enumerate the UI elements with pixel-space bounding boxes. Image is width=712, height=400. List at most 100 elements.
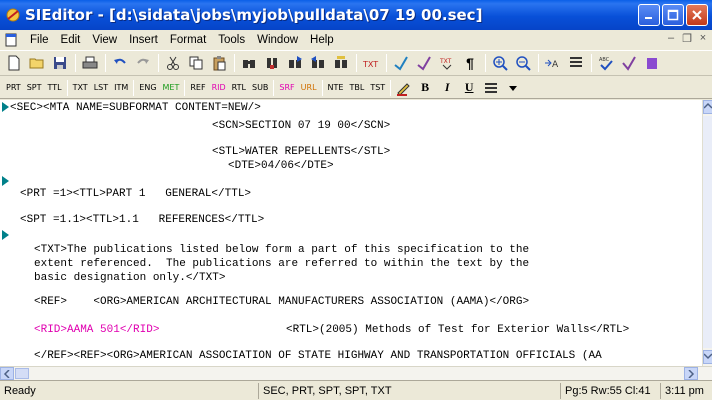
find-tag-button[interactable]: [261, 52, 283, 74]
menu-file[interactable]: File: [24, 34, 55, 46]
horizontal-scrollbar[interactable]: [0, 366, 712, 380]
title-bar[interactable]: SIEditor - [d:\sidata\jobs\myjob\pulldat…: [0, 0, 712, 30]
horizontal-scroll-thumb[interactable]: [15, 368, 29, 379]
print-button[interactable]: [79, 52, 101, 74]
menu-tools[interactable]: Tools: [212, 34, 251, 46]
find-prev-button[interactable]: [307, 52, 329, 74]
find-next-button[interactable]: [284, 52, 306, 74]
editor-line: <SPT =1.1><TTL>1.1 REFERENCES</TTL>: [20, 214, 265, 226]
menu-help[interactable]: Help: [304, 34, 340, 46]
tag-txt-button[interactable]: TXT: [70, 83, 91, 92]
underline-button[interactable]: U: [459, 79, 479, 97]
tag-met-button[interactable]: MET: [160, 83, 183, 92]
tag-tst-button[interactable]: TST: [367, 83, 388, 92]
tag-ttl-button[interactable]: TTL: [44, 83, 64, 92]
editor-line: extent referenced. The publications are …: [34, 258, 530, 270]
tag-url-button[interactable]: URL: [298, 83, 320, 92]
svg-text:TXT: TXT: [362, 60, 378, 69]
editor-line: <RTL>(2005) Methods of Test for Exterior…: [286, 324, 630, 336]
new-file-icon: [8, 55, 20, 71]
window-controls: [638, 4, 708, 26]
mdi-minimize-icon[interactable]: –: [664, 32, 678, 45]
menu-insert[interactable]: Insert: [123, 34, 164, 46]
mdi-restore-icon[interactable]: ❐: [680, 32, 694, 45]
tag-rtl-button[interactable]: RTL: [229, 83, 249, 92]
toolbar-separator: [321, 79, 323, 96]
undo-button[interactable]: [109, 52, 131, 74]
highlight-button[interactable]: [393, 79, 413, 97]
align-icon: [485, 82, 498, 93]
check-button[interactable]: [618, 52, 640, 74]
toolbar-separator: [234, 54, 235, 72]
zoom-in-icon: [493, 56, 508, 71]
italic-button[interactable]: I: [437, 79, 457, 97]
replace-button[interactable]: [330, 52, 352, 74]
tag-check-button[interactable]: TXT: [360, 52, 382, 74]
tag-itm-button[interactable]: ITM: [111, 83, 131, 92]
spell-button[interactable]: [390, 52, 412, 74]
document-icon[interactable]: [4, 33, 18, 47]
editor-area[interactable]: <SEC><MTA NAME=SUBFORMAT CONTENT=NEW/> <…: [0, 100, 702, 366]
close-button[interactable]: [686, 4, 708, 26]
scroll-right-icon[interactable]: [684, 367, 698, 380]
menu-window[interactable]: Window: [251, 34, 304, 46]
toolbar-separator: [591, 54, 592, 72]
open-button[interactable]: [26, 52, 48, 74]
menu-edit[interactable]: Edit: [55, 34, 87, 46]
redo-button[interactable]: [132, 52, 154, 74]
list-button[interactable]: [565, 52, 587, 74]
menu-bar: File Edit View Insert Format Tools Windo…: [0, 30, 712, 50]
menu-format[interactable]: Format: [164, 34, 212, 46]
editor-line: <STL>WATER REPELLENTS</STL>: [212, 146, 391, 158]
svg-text:A: A: [552, 60, 559, 70]
toolbar-options-button[interactable]: [503, 79, 523, 97]
vertical-scrollbar[interactable]: [702, 100, 712, 366]
zoom-in-button[interactable]: [489, 52, 511, 74]
spell-all-button[interactable]: [413, 52, 435, 74]
paragraph-button[interactable]: ¶: [459, 52, 481, 74]
tag-srf-button[interactable]: SRF: [276, 83, 297, 92]
scroll-down-icon[interactable]: [703, 350, 712, 364]
save-icon: [54, 57, 66, 69]
paste-button[interactable]: [208, 52, 230, 74]
tag-rid-button[interactable]: RID: [209, 83, 229, 92]
menu-view[interactable]: View: [86, 34, 123, 46]
align-button[interactable]: [481, 79, 501, 97]
tag-ref-button[interactable]: REF: [187, 83, 208, 92]
new-button[interactable]: [3, 52, 25, 74]
toolbar-separator: [273, 79, 275, 96]
bold-button[interactable]: B: [415, 79, 435, 97]
tag-tbl-button[interactable]: TBL: [346, 83, 367, 92]
tag-lst-button[interactable]: LST: [91, 83, 111, 92]
tag-prt-button[interactable]: PRT: [3, 83, 24, 92]
vertical-scroll-track[interactable]: [703, 116, 712, 348]
dropdown-arrow-icon: [509, 85, 518, 91]
abc-check-button[interactable]: ABC: [595, 52, 617, 74]
toolbar-separator: [538, 54, 539, 72]
tag-eng-button[interactable]: ENG: [136, 83, 159, 92]
zoom-out-button[interactable]: [512, 52, 534, 74]
toolbar-separator: [485, 54, 486, 72]
pencil-icon: [397, 82, 410, 96]
minimize-button[interactable]: [638, 4, 660, 26]
tag-nte-button[interactable]: NTE: [325, 83, 347, 92]
thesaurus-button[interactable]: TXT: [436, 52, 458, 74]
cut-button[interactable]: [162, 52, 184, 74]
extra-button[interactable]: [641, 52, 663, 74]
font-size-button[interactable]: A: [542, 52, 564, 74]
scroll-left-icon[interactable]: [0, 367, 14, 380]
scissors-icon: [167, 56, 179, 70]
find-button[interactable]: [238, 52, 260, 74]
scroll-up-icon[interactable]: [703, 100, 712, 114]
tag-sub-button[interactable]: SUB: [249, 83, 271, 92]
editor-line: <TXT>The publications listed below form …: [34, 244, 530, 256]
tag-spt-button[interactable]: SPT: [24, 83, 45, 92]
toolbar-separator: [105, 54, 106, 72]
book-icon: [647, 58, 657, 69]
status-ready: Ready: [4, 385, 36, 397]
maximize-button[interactable]: [662, 4, 684, 26]
editor-line: <REF> <ORG>AMERICAN ARCHITECTURAL MANUFA…: [34, 296, 530, 308]
copy-button[interactable]: [185, 52, 207, 74]
save-button[interactable]: [49, 52, 71, 74]
mdi-close-icon[interactable]: ×: [696, 32, 710, 45]
